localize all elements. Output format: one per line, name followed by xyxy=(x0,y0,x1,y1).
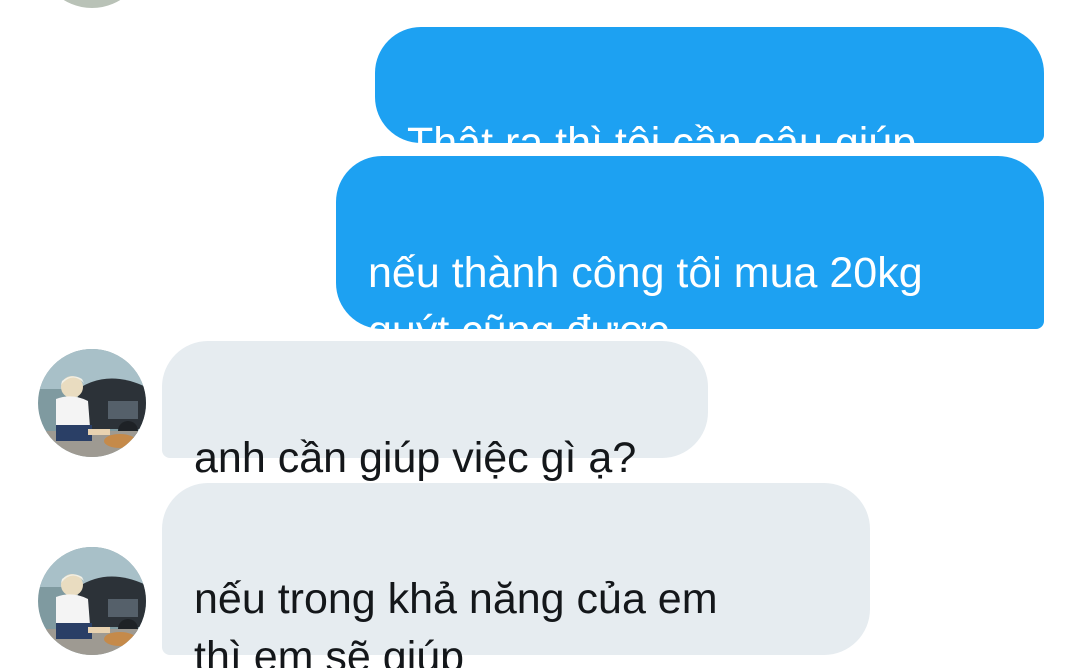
user-avatar-photo-icon xyxy=(38,349,146,457)
message-text: nếu trong khả năng của em thì em sẽ giúp xyxy=(194,575,718,668)
chat-thread: Thật ra thì tôi cần cậu giúp... nếu thàn… xyxy=(0,0,1080,668)
outgoing-message-bubble[interactable]: nếu thành công tôi mua 20kg quýt cũng đư… xyxy=(336,156,1044,355)
outgoing-message-bubble[interactable]: Thật ra thì tôi cần cậu giúp... xyxy=(375,27,1044,167)
incoming-message-bubble[interactable]: nếu trong khả năng của em thì em sẽ giúp xyxy=(162,483,870,668)
message-text: anh cần giúp việc gì ạ? xyxy=(194,434,637,482)
contact-avatar[interactable] xyxy=(38,349,146,457)
message-text: nếu thành công tôi mua 20kg quýt cũng đư… xyxy=(368,249,923,355)
contact-avatar[interactable] xyxy=(38,547,146,655)
incoming-message-bubble[interactable]: anh cần giúp việc gì ạ? xyxy=(162,341,708,482)
previous-avatar-partial[interactable] xyxy=(38,0,146,8)
user-avatar-photo-icon xyxy=(38,547,146,655)
